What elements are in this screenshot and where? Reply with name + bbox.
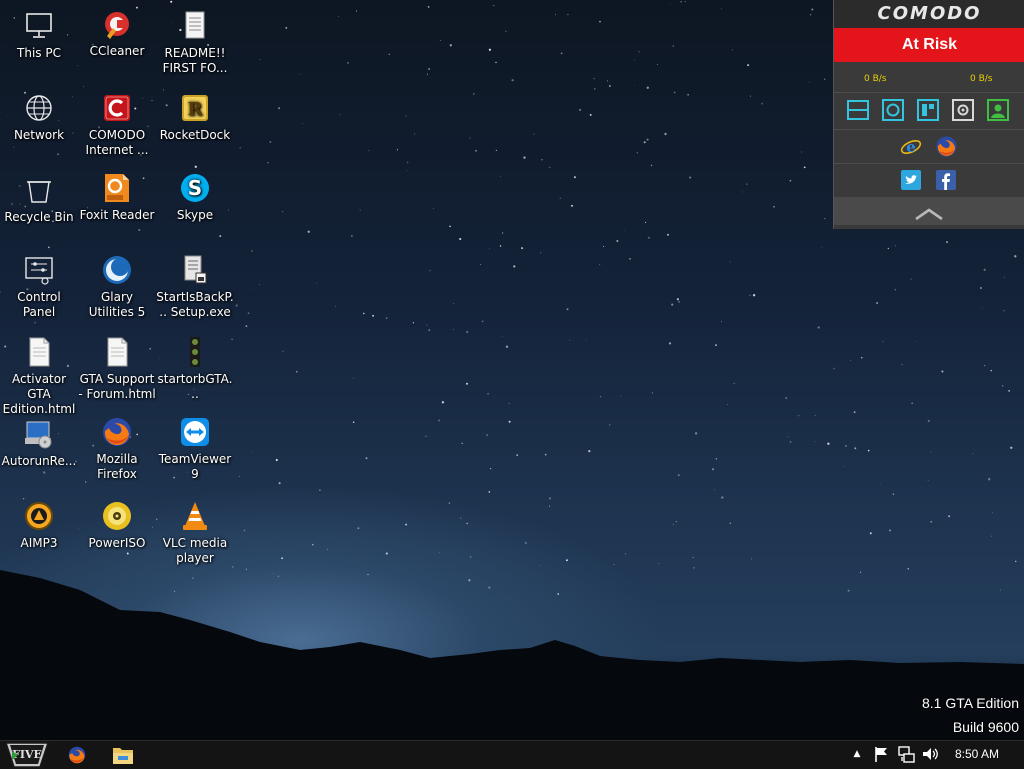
desktop-icon-label: README!! FIRST FO... [162, 46, 228, 75]
desktop-icon-label: This PC [17, 46, 61, 60]
desktop-icon-label: Activator GTA Edition.html [2, 372, 76, 416]
desktop-icon-label: VLC media player [162, 536, 228, 565]
installer-icon [184, 255, 207, 284]
glary-utilities-icon [103, 256, 131, 284]
startorb-icon [190, 337, 200, 367]
svg-text:e: e [906, 138, 916, 156]
desktop-icon-label: PowerISO [88, 536, 146, 550]
desktop-icon-vlc[interactable]: VLC media player [156, 500, 234, 566]
internet-explorer-icon[interactable]: e [900, 136, 922, 158]
refresh-scan-icon[interactable] [882, 99, 904, 121]
desktop-icon-label: AutorunRe... [1, 454, 77, 468]
comodo-logo: COMODO [834, 0, 1024, 28]
desktop-icon-rocketdock[interactable]: R RocketDock [156, 92, 234, 143]
this-pc-icon [26, 13, 52, 38]
desktop-icon-label: StartIsBackP... Setup.exe [156, 290, 234, 319]
desktop-icon-foxit-reader[interactable]: Foxit Reader [78, 172, 156, 223]
desktop-icon-glary-utilities[interactable]: Glary Utilities 5 [78, 254, 156, 320]
firefox-icon [103, 418, 131, 446]
desktop-icon-autorun[interactable]: AutorunRe... [0, 418, 78, 469]
desktop-icon-label: Skype [176, 208, 214, 222]
autorun-icon [25, 421, 52, 449]
svg-text:S: S [188, 176, 202, 200]
desktop-icon-activator-html[interactable]: Activator GTA Edition.html [0, 336, 78, 417]
desktop-icon-aimp[interactable]: AIMP3 [0, 500, 78, 551]
desktop-icon-firefox[interactable]: Mozilla Firefox [78, 416, 156, 482]
file-explorer-icon[interactable] [111, 744, 135, 766]
comodo-browsers-row: e [834, 129, 1024, 163]
desktop-icon-label: Network [13, 128, 65, 142]
security-status-badge[interactable]: At Risk [834, 28, 1024, 62]
desktop-icon-ccleaner[interactable]: CCleaner [78, 8, 156, 59]
desktop-icon-startisback-setup[interactable]: StartIsBackP... Setup.exe [156, 254, 234, 320]
facebook-icon[interactable] [936, 170, 956, 190]
upload-rate: 0 B/s [970, 74, 993, 84]
network-status-icon[interactable] [897, 745, 915, 763]
skype-icon: S [181, 174, 209, 202]
volume-icon[interactable] [921, 745, 939, 763]
desktop-icon-label: TeamViewer 9 [158, 452, 232, 481]
network-icon [26, 95, 52, 121]
desktop-icon-label: Foxit Reader [79, 208, 155, 222]
foxit-reader-icon [105, 174, 129, 202]
action-center-flag-icon[interactable] [872, 745, 890, 763]
desktop-icon-label: COMODO Internet ... [85, 128, 149, 157]
text-document-icon [185, 11, 205, 39]
desktop-icon-this-pc[interactable]: This PC [0, 10, 78, 61]
ccleaner-icon [105, 12, 129, 39]
control-panel-icon [25, 257, 53, 285]
desktop-icon-label: RocketDock [159, 128, 231, 142]
desktop-icon-label: Control Panel [17, 290, 61, 319]
desktop-icon-label: startorbGTA... [157, 372, 233, 401]
desktop-icon-poweriso[interactable]: PowerISO [78, 500, 156, 551]
kill-switch-icon[interactable] [952, 99, 974, 121]
chevron-up-icon [915, 208, 943, 221]
aimp-icon [25, 502, 53, 530]
start-button[interactable]: FIVE [4, 733, 50, 769]
comodo-widget: COMODO At Risk 0 B/s 0 B/s e [833, 0, 1024, 229]
comodo-tools-row [834, 92, 1024, 129]
rocketdock-icon: R [182, 95, 208, 121]
mountain-silhouette [0, 570, 1024, 740]
svg-text:R: R [188, 99, 204, 120]
comodo-social-row [834, 163, 1024, 197]
show-hidden-icons-button[interactable]: ▲ [848, 745, 866, 763]
desktop-icon-control-panel[interactable]: Control Panel [0, 254, 78, 320]
firefox-icon[interactable] [935, 135, 958, 158]
desktop-icon-recycle-bin[interactable]: Recycle Bin [0, 174, 78, 225]
desktop-icon-label: AIMP3 [20, 536, 58, 550]
desktop-icon-comodo[interactable]: COMODO Internet ... [78, 92, 156, 158]
build-watermark: Build 9600 [952, 719, 1019, 735]
desktop-icon-skype[interactable]: S Skype [156, 172, 234, 223]
desktop-icon-label: GTA Support - Forum.html [78, 372, 156, 401]
comodo-icon [104, 95, 130, 121]
html-file-icon [29, 337, 50, 367]
task-manager-icon[interactable] [847, 99, 869, 121]
taskbar-clock[interactable]: 8:50 AM [955, 747, 999, 761]
download-rate: 0 B/s [864, 74, 887, 84]
taskbar-firefox-icon[interactable] [65, 744, 89, 766]
desktop-icon-label: Mozilla Firefox [96, 452, 138, 481]
poweriso-icon [103, 502, 131, 530]
desktop-icon-label: Recycle Bin [4, 210, 74, 224]
desktop-icon-label: Glary Utilities 5 [88, 290, 146, 319]
support-agent-icon[interactable] [987, 99, 1009, 121]
collapse-widget-button[interactable] [834, 197, 1024, 225]
twitter-icon[interactable] [901, 170, 921, 190]
teamviewer-icon [181, 418, 209, 446]
taskbar: FIVE ▲ 8:50 AM [0, 740, 1024, 769]
virtual-desktop-icon[interactable] [917, 99, 939, 121]
html-file-icon [107, 337, 128, 367]
desktop-icon-network[interactable]: Network [0, 92, 78, 143]
desktop-icon-readme[interactable]: README!! FIRST FO... [156, 10, 234, 76]
vlc-icon [183, 502, 207, 530]
desktop-icon-label: CCleaner [89, 44, 145, 58]
desktop-icon-teamviewer[interactable]: TeamViewer 9 [156, 416, 234, 482]
desktop-icon-startorb[interactable]: startorbGTA... [156, 336, 234, 402]
recycle-bin-icon [27, 181, 51, 203]
edition-watermark: 8.1 GTA Edition [921, 695, 1019, 711]
traffic-rates: 0 B/s 0 B/s [834, 62, 1024, 92]
desktop-icon-gta-support-html[interactable]: GTA Support - Forum.html [78, 336, 156, 402]
